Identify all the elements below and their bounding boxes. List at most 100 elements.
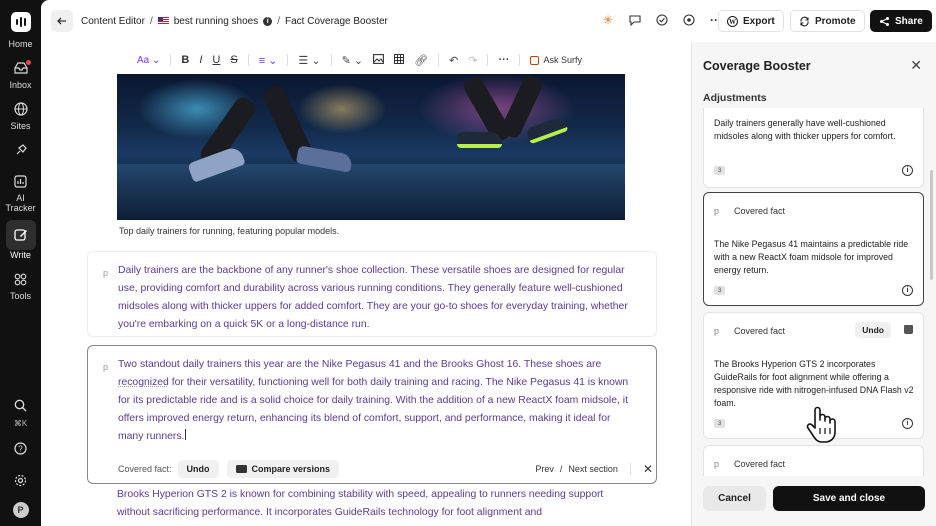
paragraph-marker: p (103, 362, 109, 372)
panel-subtitle: Adjustments (703, 92, 767, 104)
wordpress-icon: W (727, 15, 738, 27)
promote-button[interactable]: Promote (790, 10, 865, 32)
breadcrumb: Content Editor / best running shoes i / … (81, 16, 388, 27)
ask-surfy-label: Ask Surfy (543, 55, 582, 65)
card-header-label: Covered fact (734, 459, 786, 469)
settings-icon[interactable] (14, 474, 27, 492)
info-icon[interactable]: i (902, 418, 913, 429)
covered-fact-bar: Covered fact: Undo Compare versions Prev… (118, 459, 653, 479)
coverage-booster-panel: Coverage Booster ✕ Adjustments Daily tra… (691, 42, 936, 526)
trash-icon[interactable] (904, 325, 913, 334)
editor: Aa ⌄ B I U S ≡ ⌄ ☰ ⌄ ✎ ⌄ 🔗︎ ↶ ↷ ··· Ask … (41, 42, 691, 526)
paragraph-text[interactable]: Brooks Hyperion GTS 2 is known for combi… (117, 486, 629, 522)
panel-scrollbar[interactable] (930, 170, 933, 280)
nav-separator: / (559, 464, 563, 474)
text-segment: for their versatility, functioning well … (118, 377, 629, 442)
card-badge: 3 (714, 419, 725, 428)
app-logo[interactable] (10, 12, 31, 32)
close-icon[interactable]: ✕ (910, 57, 922, 74)
adjustment-card-selected[interactable]: p Covered fact The Nike Pegasus 41 mainta… (703, 192, 924, 306)
sparkle-icon[interactable]: ✳ (599, 11, 617, 29)
back-button[interactable] (51, 10, 73, 32)
left-rail: Home Inbox Sites AI Tracker Write Tools … (0, 0, 41, 526)
save-and-close-button[interactable]: Save and close (773, 486, 925, 511)
card-header: p Covered fact (714, 326, 785, 336)
italic-icon[interactable]: I (199, 54, 202, 66)
rail-grow[interactable] (0, 138, 41, 162)
section-nav: Prev / Next section ✕ (535, 459, 653, 479)
active-paragraph-block[interactable]: p Two standout daily trainers this year … (87, 345, 657, 484)
card-header: p Covered fact (714, 459, 785, 469)
prev-button[interactable]: Prev (535, 464, 554, 474)
underline-icon[interactable]: U (212, 54, 220, 66)
ask-surfy-button[interactable]: Ask Surfy (530, 55, 582, 65)
image-icon[interactable] (373, 53, 385, 67)
font-size-label: Aa (137, 54, 150, 66)
rail-tools[interactable]: Tools (0, 267, 41, 301)
strikethrough-icon[interactable]: S (230, 54, 237, 66)
bold-icon[interactable]: B (181, 54, 189, 66)
avatar[interactable]: P (12, 502, 29, 518)
compare-label: Compare versions (251, 464, 331, 474)
info-icon[interactable]: i (902, 285, 913, 296)
more-icon[interactable]: ··· (498, 54, 509, 66)
info-icon[interactable]: i (263, 16, 273, 26)
rail-inbox[interactable]: Inbox (0, 56, 41, 90)
highlight-icon[interactable]: ✎ ⌄ (342, 54, 364, 67)
export-button[interactable]: W Export (718, 10, 784, 32)
text-segment: Two standout daily trainers this year ar… (118, 359, 602, 370)
breadcrumb-document[interactable]: best running shoes (174, 16, 259, 27)
compare-versions-button[interactable]: Compare versions (226, 460, 340, 478)
format-toolbar: Aa ⌄ B I U S ≡ ⌄ ☰ ⌄ ✎ ⌄ 🔗︎ ↶ ↷ ··· Ask … (137, 52, 582, 68)
align-dropdown-icon[interactable]: ≡ ⌄ (259, 54, 278, 67)
share-label: Share (895, 15, 923, 27)
rail-inbox-label: Inbox (9, 80, 32, 90)
list-dropdown-icon[interactable]: ☰ ⌄ (298, 54, 320, 67)
breadcrumb-current: Fact Coverage Booster (285, 15, 388, 27)
breadcrumb-separator: / (277, 15, 281, 27)
paragraph-text[interactable]: Two standout daily trainers this year ar… (118, 356, 630, 446)
rocket-icon (9, 138, 33, 162)
undo-icon[interactable]: ↶ (449, 54, 458, 67)
breadcrumb-separator: / (149, 15, 153, 27)
svg-text:?: ? (18, 444, 23, 453)
rail-ai-tracker[interactable]: AI Tracker (0, 169, 41, 213)
adjustment-card[interactable]: Daily trainers generally have well-cushi… (703, 108, 924, 188)
card-marker: p (714, 326, 720, 336)
surfy-icon (530, 55, 540, 65)
rail-sites[interactable]: Sites (0, 97, 41, 131)
redo-icon[interactable]: ↷ (468, 54, 477, 67)
compare-icon (235, 465, 247, 473)
us-flag-icon (157, 17, 169, 25)
check-circle-icon[interactable] (653, 11, 671, 29)
rail-home-label: Home (8, 39, 33, 49)
card-text: Daily trainers generally have well-cushi… (714, 118, 896, 141)
palette-icon[interactable] (680, 11, 698, 29)
card-undo-button[interactable]: Undo (855, 322, 891, 338)
info-icon[interactable]: i (902, 165, 913, 176)
rail-write[interactable]: Write (0, 220, 41, 260)
card-header-label: Covered fact (734, 326, 786, 336)
comment-icon[interactable] (626, 11, 644, 29)
breadcrumb-content-editor[interactable]: Content Editor (81, 16, 145, 27)
cancel-button[interactable]: Cancel (703, 486, 766, 511)
rail-home[interactable]: Home (0, 32, 41, 49)
font-size-dropdown[interactable]: Aa ⌄ (137, 55, 160, 66)
flagged-word[interactable]: recognized (118, 377, 169, 388)
paragraph-block[interactable]: p Daily trainers are the backbone of any… (87, 251, 657, 337)
svg-text:W: W (729, 18, 736, 26)
next-section-button[interactable]: Next section (568, 464, 618, 474)
share-button[interactable]: Share (870, 10, 932, 32)
table-icon[interactable] (394, 53, 405, 67)
hand-cursor-icon (806, 406, 836, 443)
card-text: The Nike Pegasus 41 maintains a predicta… (714, 239, 909, 275)
toolbar-divider (438, 54, 440, 66)
link-icon[interactable]: 🔗︎ (414, 54, 428, 67)
help-icon[interactable]: ? (14, 442, 27, 460)
paragraph-text[interactable]: Daily trainers are the backbone of any r… (118, 262, 630, 334)
close-icon[interactable]: ✕ (643, 462, 653, 476)
search-icon[interactable] (14, 399, 27, 417)
edit-icon (5, 220, 36, 250)
rail-write-label: Write (10, 250, 31, 260)
undo-button[interactable]: Undo (177, 460, 219, 478)
